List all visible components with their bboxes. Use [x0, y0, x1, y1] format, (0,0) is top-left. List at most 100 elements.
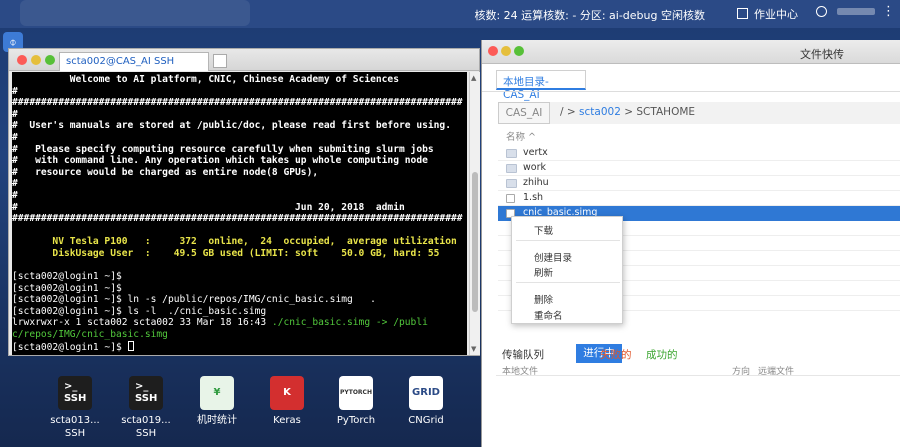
divider	[482, 91, 900, 92]
file-row[interactable]: vertx	[498, 146, 900, 161]
top-bar: 核数: 24 运算核数: - 分区: ai-debug 空闲核数 作业中心 ⋮	[0, 0, 900, 28]
terminal-line: Welcome to AI platform, CNIC, Chinese Ac…	[12, 74, 399, 85]
file-icon	[506, 194, 515, 203]
terminal-line: c/repos/IMG/cnic_basic.simg	[12, 329, 168, 341]
window-title: 文件快传	[800, 48, 844, 61]
terminal-line: DiskUsage User : 49.5 GB used (LIMIT: so…	[12, 247, 440, 259]
breadcrumb: CAS_AI / > scta002 > SCTAHOME	[498, 102, 900, 124]
column-header-name[interactable]: 名称 ^	[506, 129, 536, 143]
context-menu-item[interactable]: 下载	[534, 223, 553, 237]
col-direction: 方向	[732, 367, 751, 377]
scroll-down-icon[interactable]: ▼	[471, 345, 476, 353]
terminal-line: # with command line. Any operation which…	[12, 155, 428, 167]
job-center-label: 作业中心	[754, 8, 798, 21]
file-name: 1.sh	[523, 192, 544, 203]
terminal-line: ########################################…	[12, 97, 463, 109]
context-menu-item[interactable]: 重命名	[534, 308, 563, 322]
breadcrumb-user[interactable]: scta002	[579, 106, 621, 118]
context-menu-item[interactable]: 删除	[534, 292, 553, 306]
path-separator: >	[566, 106, 576, 118]
ssh-tab-label: scta002@CAS_AI SSH	[66, 56, 175, 67]
close-icon[interactable]	[488, 46, 498, 56]
tab-success[interactable]: 成功的	[646, 347, 678, 362]
app-icon: >_ SSH	[58, 376, 92, 410]
app-icon: >_ SSH	[129, 376, 163, 410]
queue-table-header: 本地文件 方向 远端文件	[496, 362, 900, 377]
tab-local-dir[interactable]: 本地目录-CAS_AI	[496, 70, 586, 101]
menu-divider	[516, 282, 620, 283]
terminal-line: #	[12, 189, 18, 201]
terminal-line: # Please specify computing resource care…	[12, 143, 434, 155]
more-menu-icon[interactable]: ⋮	[882, 4, 895, 19]
breadcrumb-path: / > scta002 > SCTAHOME	[560, 106, 695, 118]
path-separator: /	[560, 106, 564, 118]
desktop-icon[interactable]: K Keras	[252, 376, 322, 427]
col-remote-file: 远端文件	[758, 367, 795, 377]
terminal-line: #	[12, 85, 18, 97]
app-icon: GRID	[409, 376, 443, 410]
terminal-line: [scta002@login1 ~]$	[12, 282, 122, 294]
scroll-thumb[interactable]	[472, 172, 478, 312]
breadcrumb-home: SCTAHOME	[636, 106, 696, 118]
terminal-line: lrwxrwxr-x 1 scta002 scta002 33 Mar 18 1…	[12, 317, 428, 329]
minimize-icon[interactable]	[31, 55, 41, 65]
terminal-line: #	[12, 108, 18, 120]
ssh-window: scta002@CAS_AI SSH Welcome to AI platfor…	[8, 48, 480, 356]
app-icon: PYTORCH	[339, 376, 373, 410]
file-row[interactable]: 1.sh	[498, 191, 900, 206]
terminal-line: # Jun 20, 2018 admin	[12, 201, 405, 213]
terminal-line: [scta002@login1 ~]$	[12, 340, 467, 353]
file-name: zhihu	[523, 177, 549, 188]
desktop-icon-label: PyTorch	[336, 415, 376, 426]
terminal-line: # User's manuals are stored at /public/d…	[12, 120, 451, 132]
desktop-icon[interactable]: ¥ 机时统计	[182, 376, 252, 427]
desktop-icon-label: scta019... SSH	[121, 415, 171, 439]
terminal-line: # resource would be charged as entire no…	[12, 166, 319, 178]
terminal-line: NV Tesla P100 : 372 online, 24 occupied,…	[12, 236, 457, 248]
scroll-up-icon[interactable]: ▲	[471, 74, 476, 82]
ssh-titlebar: scta002@CAS_AI SSH	[9, 49, 479, 71]
context-menu-item[interactable]: 刷新	[534, 265, 553, 279]
maximize-icon[interactable]	[514, 46, 524, 56]
job-center-button[interactable]: 作业中心	[737, 6, 798, 22]
transfer-queue-bar: 传输队列 进行中 失败的 成功的	[482, 344, 900, 364]
resource-status: 核数: 24 运算核数: - 分区: ai-debug 空闲核数	[474, 9, 705, 22]
terminal-line: [scta002@login1 ~]$	[12, 271, 122, 283]
close-icon[interactable]	[17, 55, 27, 65]
desktop-icon[interactable]: GRID CNGrid	[391, 376, 461, 427]
document-icon	[737, 8, 748, 19]
user-name-blurred	[837, 8, 875, 15]
maximize-icon[interactable]	[45, 55, 55, 65]
new-tab-button[interactable]	[213, 54, 227, 68]
app-icon: ¥	[200, 376, 234, 410]
desktop-icon-label: scta013... SSH	[50, 415, 100, 439]
terminal-line: #	[12, 178, 18, 190]
terminal[interactable]: Welcome to AI platform, CNIC, Chinese Ac…	[12, 72, 467, 355]
context-menu-item[interactable]: 创建目录	[534, 250, 572, 264]
user-menu[interactable]	[816, 6, 875, 19]
desktop-icon-label: 机时统计	[197, 415, 237, 426]
desktop-icon[interactable]: >_ SSH scta019... SSH	[111, 376, 181, 440]
context-menu: 下载创建目录 刷新删除重命名	[511, 216, 623, 324]
file-name: work	[523, 162, 546, 173]
file-row[interactable]: zhihu	[498, 176, 900, 191]
path-separator: >	[624, 106, 634, 118]
tab-failed[interactable]: 失败的	[600, 347, 632, 362]
terminal-line: ########################################…	[12, 213, 463, 225]
file-row[interactable]: work	[498, 161, 900, 176]
folder-icon	[506, 149, 517, 158]
root-dir-button[interactable]: CAS_AI	[498, 102, 550, 124]
minimize-icon[interactable]	[501, 46, 511, 56]
terminal-cursor	[127, 340, 134, 351]
ssh-tab[interactable]: scta002@CAS_AI SSH	[59, 52, 209, 71]
desktop-icon-label: CNGrid	[408, 415, 444, 426]
terminal-line: [scta002@login1 ~]$ ln -s /public/repos/…	[12, 294, 376, 306]
terminal-line: #	[12, 131, 18, 143]
terminal-scrollbar[interactable]: ▲ ▼	[469, 72, 480, 355]
menu-divider	[516, 240, 620, 241]
desktop-icon-label: Keras	[273, 415, 301, 426]
desktop-icon[interactable]: PYTORCH PyTorch	[321, 376, 391, 427]
desktop-icon[interactable]: >_ SSH scta013... SSH	[40, 376, 110, 440]
